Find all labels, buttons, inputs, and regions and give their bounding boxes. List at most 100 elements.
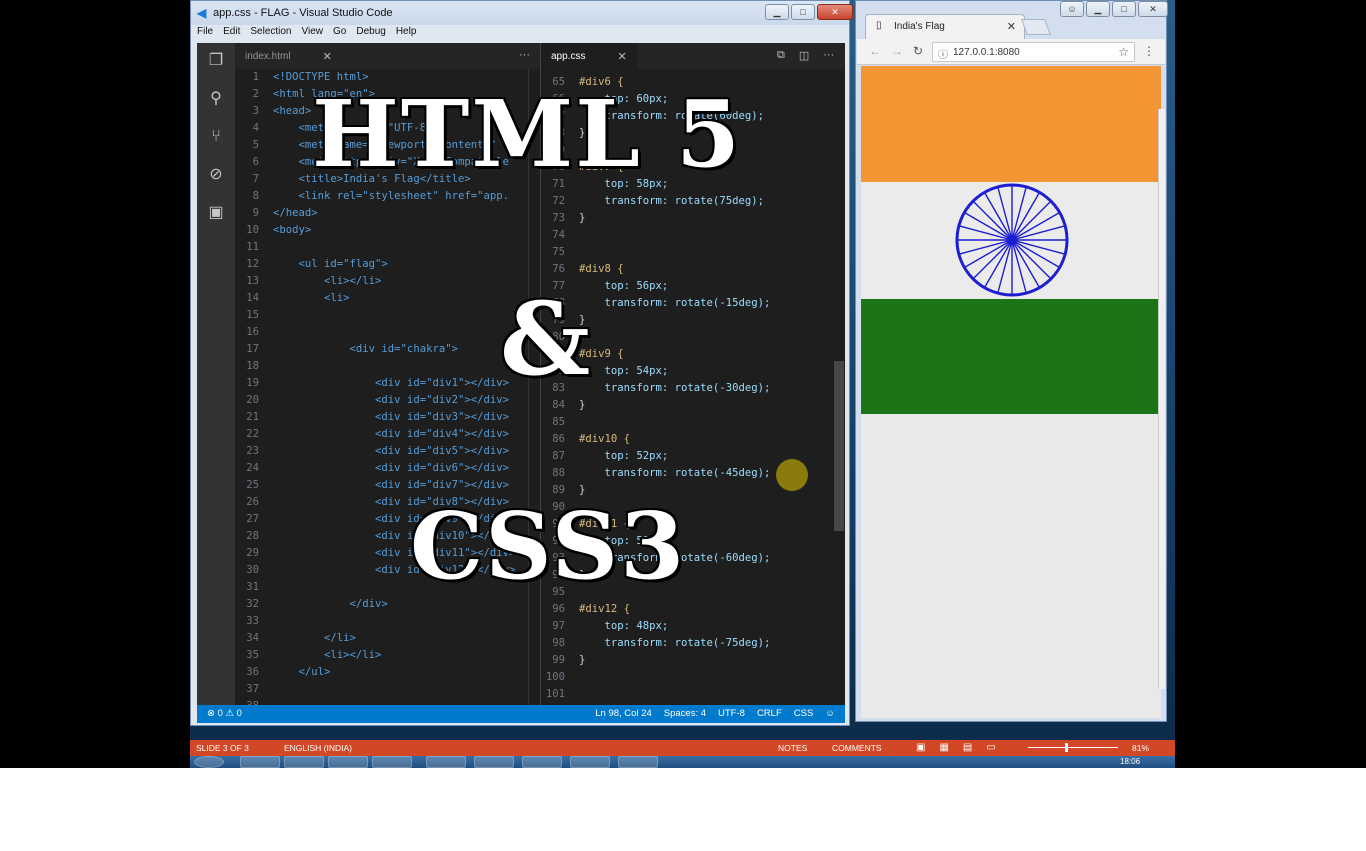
cursor-position[interactable]: Ln 98, Col 24 (595, 708, 652, 719)
tab-app-css[interactable]: app.css ✕ (541, 43, 637, 69)
editor-scrollbar[interactable] (834, 361, 844, 531)
debug-icon[interactable]: ⊘ (206, 165, 226, 185)
taskbar-app-chrome[interactable] (372, 756, 412, 768)
new-tab-button[interactable] (1021, 19, 1051, 35)
close-tab-icon[interactable]: ✕ (617, 50, 626, 63)
zoom-slider[interactable] (1028, 747, 1118, 748)
code-line[interactable]: 12 <ul id="flag"> (235, 256, 540, 273)
taskbar-app-cmd[interactable] (570, 756, 610, 768)
code-line[interactable]: 10 <body> (235, 222, 540, 239)
view-buttons-icon[interactable]: ▣▦▤▭ (916, 742, 1010, 753)
explorer-icon[interactable]: ❐ (206, 51, 226, 71)
language-mode[interactable]: CSS (794, 708, 814, 719)
address-bar[interactable]: ⓘ 127.0.0.1:8080 ☆ (932, 42, 1135, 62)
menu-selection[interactable]: Selection (250, 26, 291, 42)
code-line[interactable]: 13 <li></li> (235, 273, 540, 290)
menu-edit[interactable]: Edit (223, 26, 240, 42)
source-control-icon[interactable]: ⑂ (206, 127, 226, 147)
browser-tab[interactable]: ▯ India's Flag ✕ (865, 14, 1025, 39)
browser-scrollbar[interactable] (1158, 109, 1165, 689)
code-line[interactable]: 36 </ul> (235, 664, 540, 681)
search-icon[interactable]: ⚲ (206, 89, 226, 109)
bookmark-star-icon[interactable]: ☆ (1118, 45, 1129, 59)
back-icon[interactable]: ← (869, 44, 881, 58)
reload-icon[interactable]: ↻ (913, 44, 923, 58)
comments-button[interactable]: COMMENTS (832, 743, 882, 753)
code-line[interactable]: 18 (235, 358, 540, 375)
code-line[interactable]: 73} (541, 210, 845, 227)
code-line[interactable]: 75 (541, 244, 845, 261)
code-line[interactable]: 9 </head> (235, 205, 540, 222)
taskbar-app-powerpoint[interactable] (618, 756, 658, 768)
tab-index-html[interactable]: index.html ✕ (235, 43, 342, 69)
encoding[interactable]: UTF-8 (718, 708, 745, 719)
maximize-icon[interactable]: □ (1112, 1, 1136, 17)
code-line[interactable]: 86 #div10 { (541, 431, 845, 448)
code-line[interactable]: 100 (541, 669, 845, 686)
menu-help[interactable]: Help (396, 26, 417, 42)
taskbar-app-explorer[interactable] (284, 756, 324, 768)
problems-indicator[interactable]: ⊗ 0 ⚠ 0 (207, 708, 242, 719)
feedback-smiley-icon[interactable]: ☺ (825, 708, 835, 719)
code-line[interactable]: 35 <li></li> (235, 647, 540, 664)
close-tab-icon[interactable]: ✕ (1007, 20, 1016, 33)
minimize-icon[interactable]: ▁ (1086, 1, 1110, 17)
code-line[interactable]: 85 (541, 414, 845, 431)
code-line[interactable]: 23 <div id="div5"></div> (235, 443, 540, 460)
browser-menu-icon[interactable]: ⋮ (1143, 44, 1155, 58)
code-line[interactable]: 98 transform: rotate(-75deg); (541, 635, 845, 652)
extensions-icon[interactable]: ▣ (206, 203, 226, 223)
code-line[interactable]: 34 </li> (235, 630, 540, 647)
more-actions-icon[interactable]: ··· (519, 49, 530, 61)
menu-debug[interactable]: Debug (356, 26, 385, 42)
user-icon[interactable]: ☺ (1060, 1, 1084, 17)
code-line[interactable]: 33 (235, 613, 540, 630)
menu-file[interactable]: File (197, 26, 213, 42)
start-button[interactable] (194, 756, 224, 768)
site-info-icon[interactable]: ⓘ (938, 46, 948, 61)
menu-go[interactable]: Go (333, 26, 346, 42)
open-preview-icon[interactable]: ⧉ (777, 49, 785, 62)
taskbar-app-vscode[interactable] (426, 756, 466, 768)
close-icon[interactable]: ✕ (817, 4, 853, 20)
code-line[interactable]: 11 (235, 239, 540, 256)
code-line[interactable]: 72 transform: rotate(75deg); (541, 193, 845, 210)
zoom-slider-thumb[interactable] (1065, 743, 1068, 752)
close-tab-icon[interactable]: ✕ (323, 50, 332, 63)
code-line[interactable]: 84} (541, 397, 845, 414)
code-line[interactable]: 97 top: 48px; (541, 618, 845, 635)
code-line[interactable]: 22 <div id="div4"></div> (235, 426, 540, 443)
taskbar-app-ie[interactable] (240, 756, 280, 768)
zoom-level[interactable]: 81% (1132, 743, 1149, 753)
browser-window[interactable]: ☺ ▁ □ ✕ ▯ India's Flag ✕ ← → ↻ ⓘ 127.0.0… (855, 0, 1168, 722)
code-line[interactable]: 16 (235, 324, 540, 341)
code-line[interactable]: 101 (541, 686, 845, 703)
vscode-titlebar[interactable]: ◀ app.css - FLAG - Visual Studio Code ▁ … (191, 1, 853, 25)
code-line[interactable]: 8 <link rel="stylesheet" href="app. (235, 188, 540, 205)
taskbar-app[interactable] (474, 756, 514, 768)
taskbar-app-office[interactable] (522, 756, 562, 768)
code-line[interactable]: 15 (235, 307, 540, 324)
code-line[interactable]: 99} (541, 652, 845, 669)
code-line[interactable]: 20 <div id="div2"></div> (235, 392, 540, 409)
taskbar-app[interactable] (328, 756, 368, 768)
line-ending[interactable]: CRLF (757, 708, 782, 719)
code-line[interactable]: 17 <div id="chakra"> (235, 341, 540, 358)
code-line[interactable]: 21 <div id="div3"></div> (235, 409, 540, 426)
close-icon[interactable]: ✕ (1138, 1, 1168, 17)
code-line[interactable]: 24 <div id="div6"></div> (235, 460, 540, 477)
code-line[interactable]: 96 #div12 { (541, 601, 845, 618)
code-line[interactable]: 14 <li> (235, 290, 540, 307)
minimize-icon[interactable]: ▁ (765, 4, 789, 20)
code-line[interactable]: 74 (541, 227, 845, 244)
code-line[interactable]: 19 <div id="div1"></div> (235, 375, 540, 392)
indentation[interactable]: Spaces: 4 (664, 708, 706, 719)
code-line[interactable]: 76 #div8 { (541, 261, 845, 278)
menu-view[interactable]: View (302, 26, 324, 42)
notes-button[interactable]: NOTES (778, 743, 807, 753)
maximize-icon[interactable]: □ (791, 4, 815, 20)
split-editor-icon[interactable]: ◫ (799, 49, 809, 62)
more-actions-icon[interactable]: ··· (823, 49, 834, 62)
forward-icon[interactable]: → (891, 44, 903, 58)
language-indicator[interactable]: ENGLISH (INDIA) (284, 743, 352, 753)
